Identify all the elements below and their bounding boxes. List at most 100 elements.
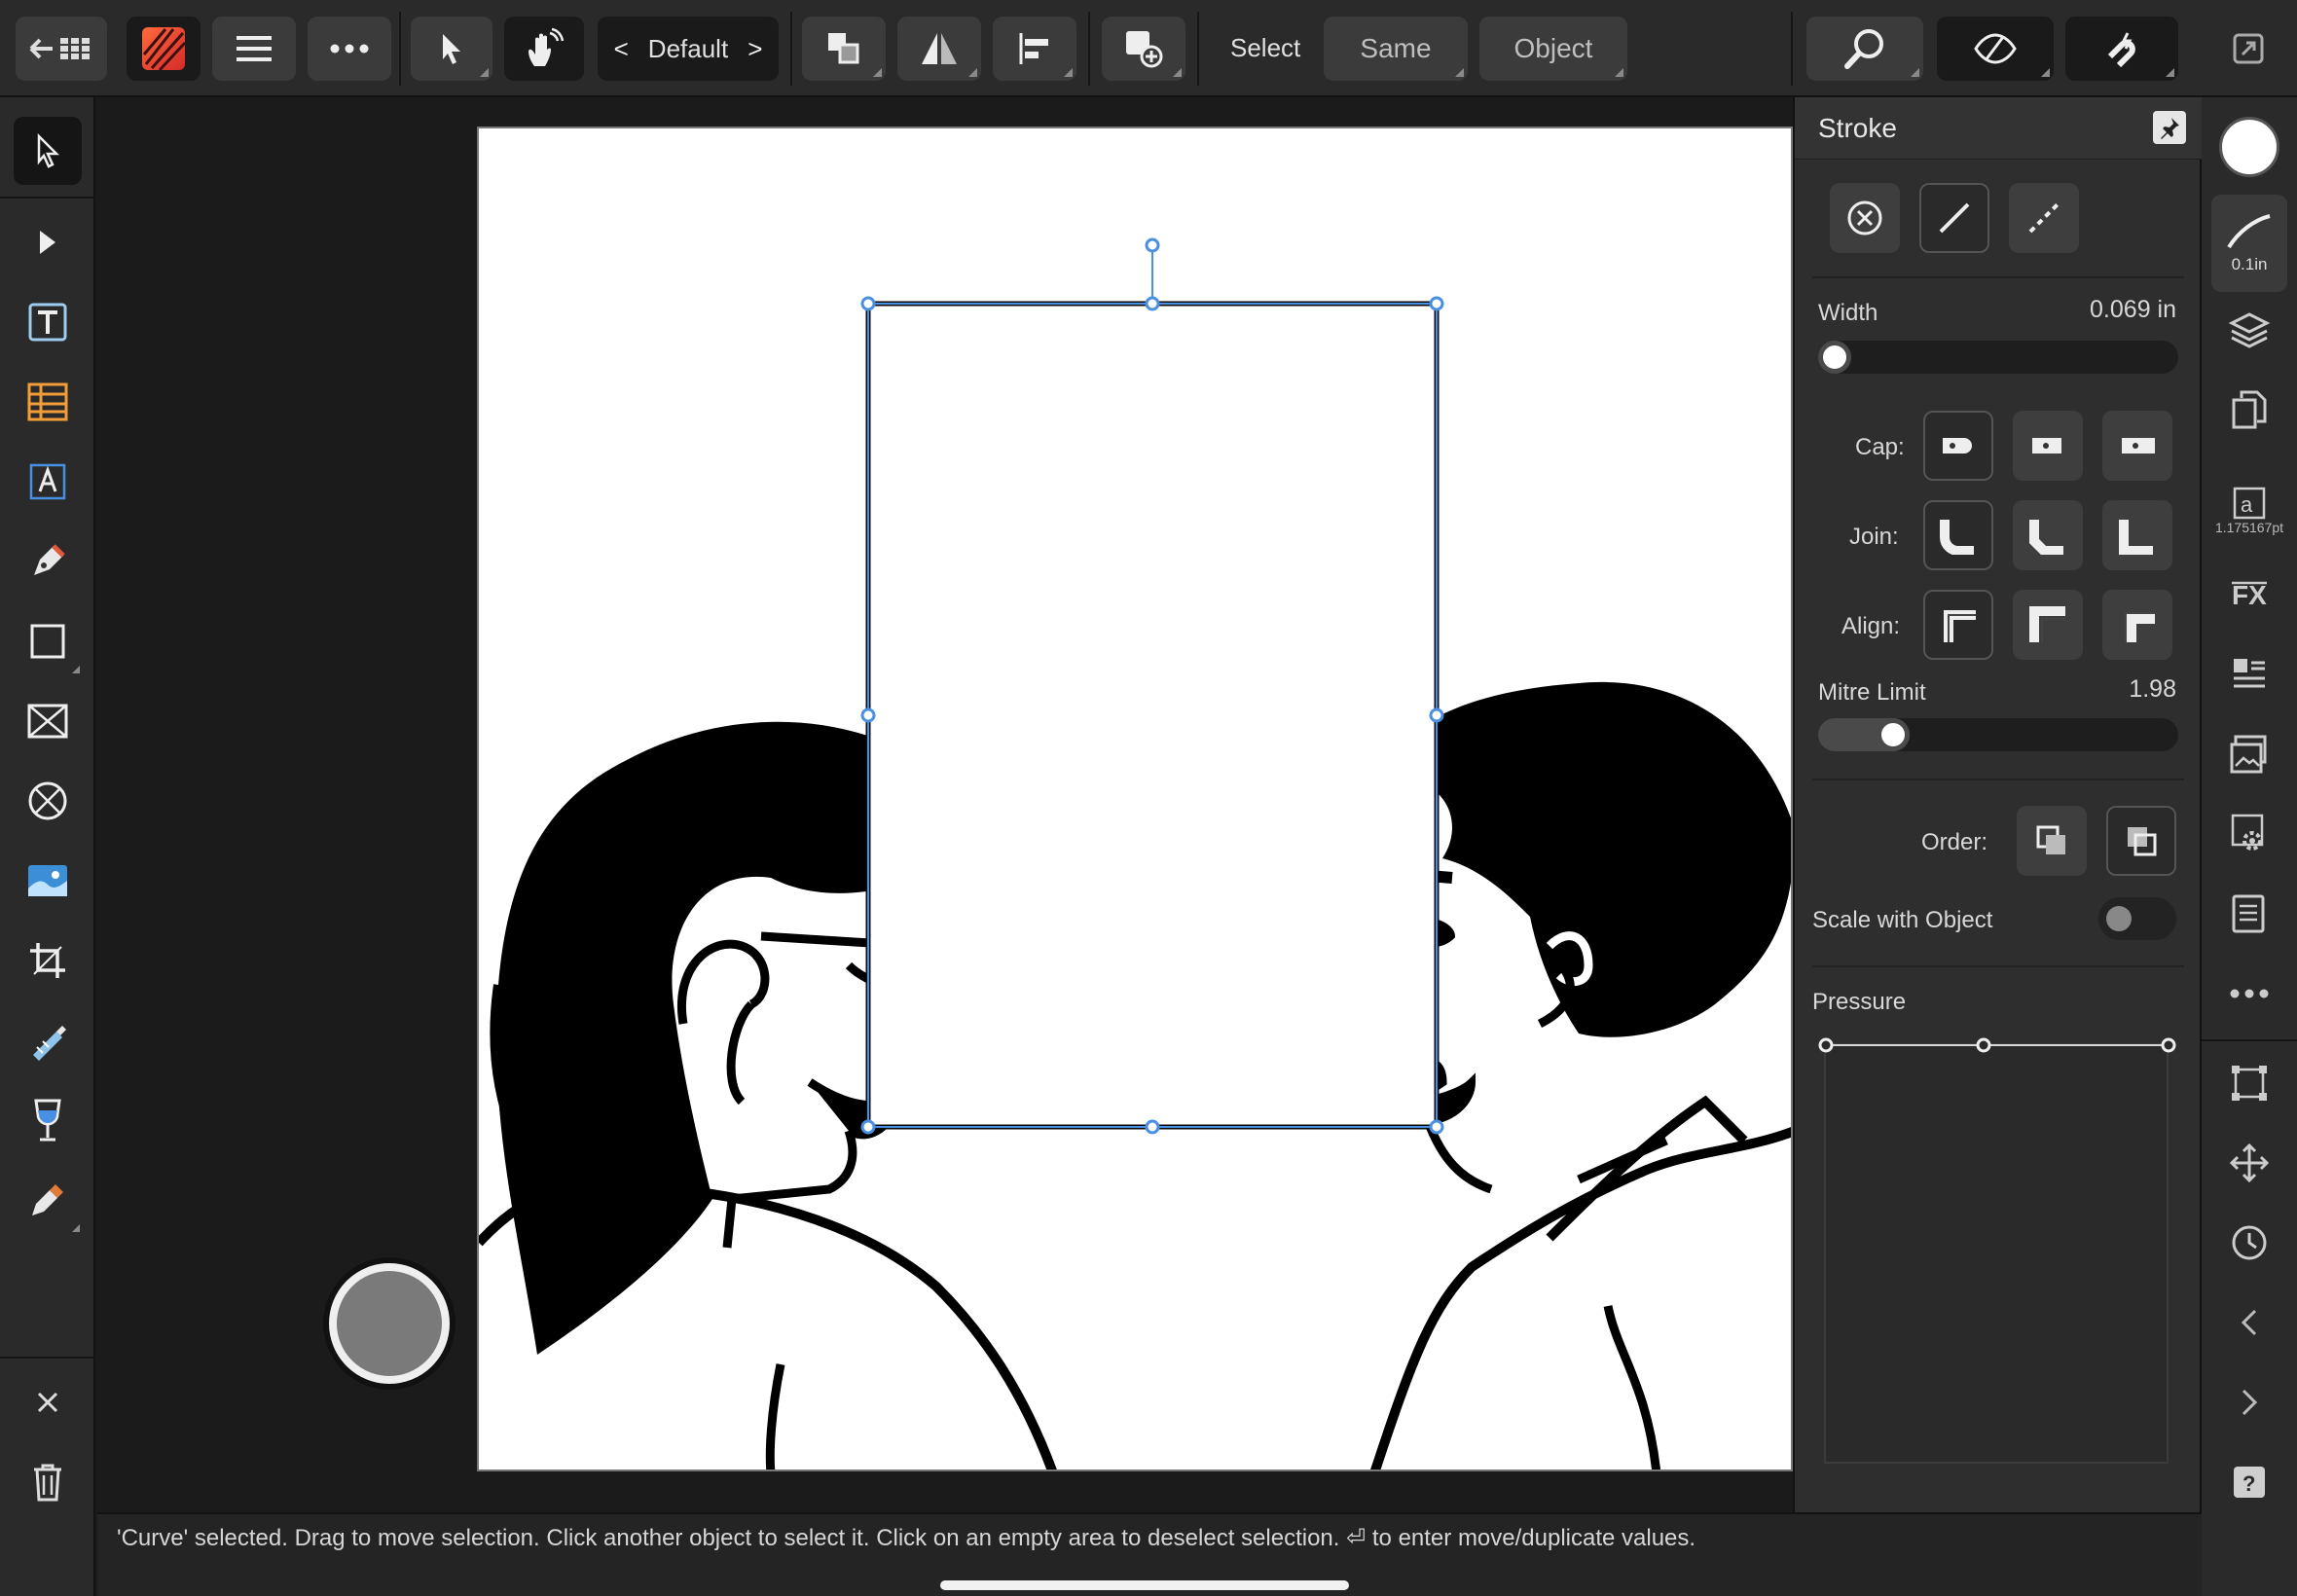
corner-indicator — [2166, 68, 2174, 77]
fill-glass-icon — [34, 1099, 61, 1142]
place-image-tool[interactable] — [14, 847, 82, 915]
rectangle-tool[interactable] — [14, 607, 82, 675]
move-tool-button[interactable] — [411, 17, 492, 81]
preset-prev-icon[interactable]: < — [614, 34, 629, 64]
stroke-dashed-button[interactable] — [2009, 183, 2079, 253]
chevron-right-icon — [2242, 1389, 2258, 1416]
fill-tool[interactable] — [14, 1086, 82, 1154]
mitre-slider-knob[interactable] — [1877, 718, 1911, 751]
width-slider[interactable] — [1818, 341, 2178, 374]
join-bevel-button[interactable] — [2013, 500, 2083, 570]
navigator-studio-button[interactable] — [2215, 1129, 2283, 1197]
ellipse-frame-tool[interactable] — [14, 767, 82, 835]
toolbar-divider — [790, 12, 792, 86]
stroke-none-button[interactable] — [1830, 183, 1900, 253]
align-inside-button[interactable] — [2013, 590, 2083, 660]
corner-indicator — [873, 68, 882, 77]
fullscreen-icon — [2233, 33, 2264, 64]
cap-square-button[interactable] — [2102, 411, 2172, 481]
toolbar-divider — [1197, 12, 1199, 86]
cap-butt-button[interactable] — [2013, 411, 2083, 481]
collapse-right-button[interactable] — [2215, 1368, 2283, 1436]
crop-tool[interactable] — [14, 926, 82, 995]
rectangle-frame-tool[interactable] — [14, 687, 82, 755]
width-value[interactable]: 0.069 in — [2090, 296, 2176, 324]
align-center-stroke-icon — [1944, 610, 1976, 642]
layers-studio-button[interactable] — [2215, 296, 2283, 364]
fullscreen-button[interactable] — [2209, 17, 2287, 81]
back-button[interactable] — [16, 17, 107, 81]
transform-icon — [2232, 1066, 2267, 1101]
square-cap-icon — [2122, 438, 2155, 453]
corner-indicator — [2041, 68, 2050, 77]
join-mitre-button[interactable] — [2102, 500, 2172, 570]
select-object-label: Object — [1513, 33, 1593, 63]
mitre-limit-slider[interactable] — [1818, 718, 2178, 751]
align-center-button[interactable] — [1923, 590, 1993, 660]
assets-studio-button[interactable] — [2215, 720, 2283, 788]
scale-with-object-label: Scale with Object — [1812, 907, 1993, 933]
snapping-button[interactable] — [2065, 17, 2178, 81]
align-outside-button[interactable] — [2102, 590, 2172, 660]
main-menu-button[interactable] — [212, 17, 296, 81]
cap-round-button[interactable] — [1923, 411, 1993, 481]
document-page[interactable] — [477, 127, 1793, 1471]
home-indicator[interactable] — [940, 1580, 1349, 1590]
add-shape-button[interactable] — [1102, 17, 1185, 81]
arrange-button[interactable] — [802, 17, 886, 81]
delete-button[interactable] — [14, 1448, 82, 1516]
help-button[interactable]: ? — [2215, 1448, 2283, 1516]
effects-studio-button[interactable]: FX — [2215, 561, 2283, 629]
scale-with-object-toggle[interactable] — [2098, 897, 2176, 940]
select-same-button[interactable]: Same — [1324, 17, 1468, 81]
close-selection-button[interactable] — [14, 1368, 82, 1436]
pen-tool[interactable] — [14, 527, 82, 596]
order-behind-button[interactable] — [2017, 806, 2087, 876]
fill-color-swatch[interactable] — [2219, 117, 2279, 177]
text-frame-studio-button[interactable] — [2215, 640, 2283, 708]
corner-indicator — [968, 68, 977, 77]
width-slider-knob[interactable] — [1818, 341, 1851, 374]
constraints-studio-button[interactable] — [2215, 800, 2283, 868]
move-tool[interactable] — [14, 117, 82, 185]
toolbar-divider — [399, 12, 401, 86]
panel-divider — [1812, 276, 2184, 278]
close-icon — [37, 1392, 58, 1413]
pressure-graph[interactable] — [1818, 1037, 2176, 1464]
align-button[interactable] — [993, 17, 1076, 81]
view-mode-button[interactable] — [1937, 17, 2054, 81]
stroke-studio-button[interactable]: 0.1in — [2211, 195, 2287, 292]
order-front-button[interactable] — [2106, 806, 2176, 876]
select-object-button[interactable]: Object — [1479, 17, 1627, 81]
artwork-illustration — [479, 237, 1791, 1469]
assets-icon — [2230, 735, 2267, 774]
transform-studio-button[interactable] — [2215, 1049, 2283, 1117]
pin-panel-button[interactable] — [2153, 111, 2186, 144]
history-studio-button[interactable] — [2215, 1209, 2283, 1277]
history-list-studio-button[interactable] — [2215, 880, 2283, 948]
zoom-button[interactable] — [1806, 17, 1923, 81]
toolbar-divider — [1088, 12, 1090, 86]
more-studios-button[interactable] — [2215, 960, 2283, 1028]
stroke-solid-button[interactable] — [1919, 183, 1989, 253]
more-button[interactable] — [308, 17, 391, 81]
preset-next-icon[interactable]: > — [747, 34, 762, 64]
table-tool[interactable] — [14, 368, 82, 436]
flip-button[interactable] — [897, 17, 981, 81]
preset-selector[interactable]: < Default > — [598, 17, 779, 81]
collapse-left-button[interactable] — [2215, 1288, 2283, 1357]
text-styles-studio-button[interactable]: a 1.175167pt — [2211, 477, 2287, 545]
mitre-limit-value[interactable]: 1.98 — [2129, 675, 2176, 704]
pages-studio-button[interactable] — [2215, 376, 2283, 444]
artistic-text-tool[interactable] — [14, 288, 82, 356]
pressure-label: Pressure — [1812, 989, 1907, 1015]
join-round-button[interactable] — [1923, 500, 1993, 570]
modifier-button[interactable] — [329, 1263, 450, 1384]
app-logo-button[interactable] — [127, 17, 201, 81]
move-tool-icon — [37, 133, 60, 168]
frame-text-tool[interactable] — [14, 448, 82, 516]
color-picker-tool[interactable] — [14, 1166, 82, 1234]
transparency-tool[interactable] — [14, 1006, 82, 1074]
gesture-button[interactable] — [504, 17, 584, 81]
node-tool[interactable] — [14, 208, 82, 276]
